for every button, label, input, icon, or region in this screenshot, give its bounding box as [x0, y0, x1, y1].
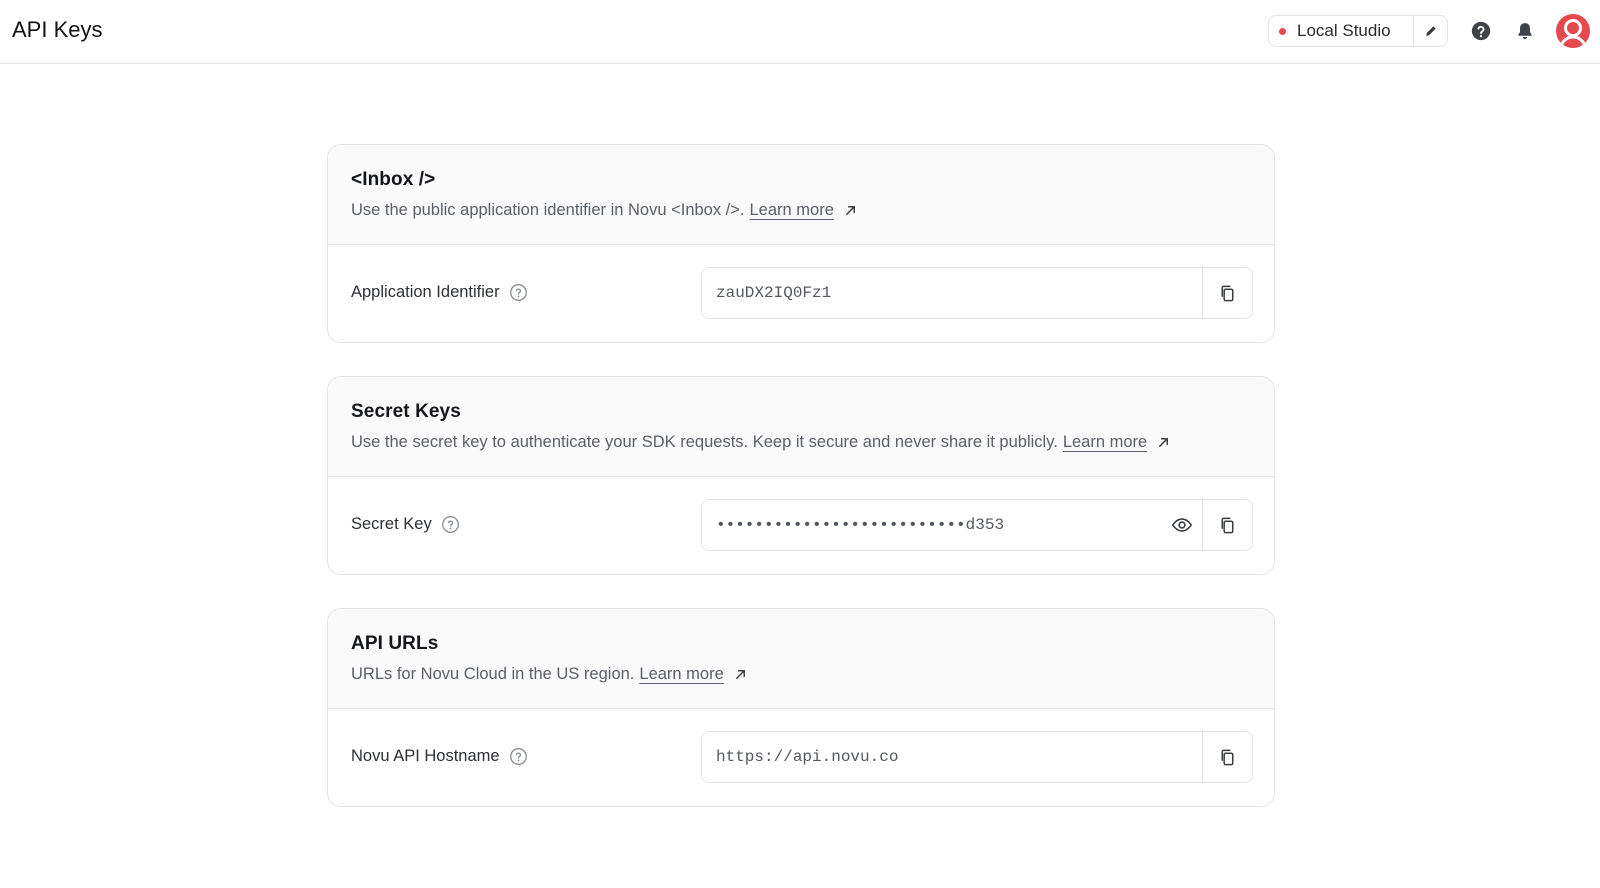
- secret-key-label-text: Secret Key: [351, 515, 432, 533]
- copy-application-identifier-button[interactable]: [1202, 268, 1252, 318]
- api-urls-card-title: API URLs: [351, 633, 439, 654]
- reveal-secret-key-button[interactable]: [1162, 500, 1202, 550]
- api-hostname-value[interactable]: https://api.novu.co: [702, 748, 1202, 766]
- api-urls-card-body: Novu API Hostname https://api.novu.co: [328, 709, 1274, 805]
- top-bar: API Keys Local Studio: [0, 0, 1600, 64]
- inbox-card: <Inbox /> Use the public application ide…: [327, 144, 1275, 343]
- inbox-description-text: Use the public application identifier in…: [351, 201, 745, 219]
- question-circle-icon[interactable]: [509, 283, 528, 302]
- secret-keys-card: Secret Keys Use the secret key to authen…: [327, 376, 1275, 575]
- api-hostname-label-text: Novu API Hostname: [351, 747, 500, 765]
- api-urls-learn-more-link[interactable]: Learn more: [639, 665, 723, 684]
- api-urls-card-description: URLs for Novu Cloud in the US region. Le…: [351, 665, 1251, 684]
- help-button[interactable]: [1468, 18, 1494, 44]
- user-avatar-icon: [1559, 19, 1587, 47]
- copy-icon: [1221, 517, 1234, 533]
- api-urls-card-header: API URLs URLs for Novu Cloud in the US r…: [328, 609, 1274, 709]
- secret-keys-card-title: Secret Keys: [351, 401, 461, 422]
- question-circle-icon[interactable]: [441, 515, 460, 534]
- environment-select[interactable]: Local Studio: [1269, 16, 1413, 46]
- user-avatar[interactable]: [1556, 14, 1590, 48]
- pencil-icon: [1425, 26, 1436, 36]
- inbox-learn-more-link[interactable]: Learn more: [750, 201, 834, 220]
- question-circle-icon: [1471, 21, 1491, 41]
- secret-key-value[interactable]: ••••••••••••••••••••••••••d353: [702, 516, 1162, 534]
- inbox-card-body: Application Identifier zauDX2IQ0Fz1: [328, 245, 1274, 341]
- edit-environment-button[interactable]: [1413, 16, 1447, 46]
- bell-icon: [1518, 23, 1532, 40]
- inbox-card-title: <Inbox />: [351, 169, 436, 190]
- eye-icon: [1171, 518, 1193, 532]
- application-identifier-field: zauDX2IQ0Fz1: [701, 267, 1253, 319]
- copy-secret-key-button[interactable]: [1202, 500, 1252, 550]
- application-identifier-label: Application Identifier: [351, 283, 528, 302]
- environment-switcher: Local Studio: [1268, 15, 1448, 47]
- secret-keys-learn-more-link[interactable]: Learn more: [1063, 433, 1147, 452]
- api-hostname-label: Novu API Hostname: [351, 747, 528, 766]
- secret-keys-description-text: Use the secret key to authenticate your …: [351, 433, 1058, 451]
- page-title: API Keys: [12, 17, 103, 42]
- api-urls-description-text: URLs for Novu Cloud in the US region.: [351, 665, 635, 683]
- secret-key-label: Secret Key: [351, 515, 460, 534]
- copy-icon: [1221, 749, 1234, 765]
- copy-api-hostname-button[interactable]: [1202, 732, 1252, 782]
- copy-icon: [1221, 285, 1234, 301]
- arrow-up-right-icon[interactable]: [734, 668, 747, 681]
- notifications-button[interactable]: [1512, 18, 1538, 44]
- secret-keys-card-body: Secret Key ••••••••••••••••••••••••••d35…: [328, 477, 1274, 573]
- question-circle-icon[interactable]: [509, 747, 528, 766]
- api-hostname-field: https://api.novu.co: [701, 731, 1253, 783]
- arrow-up-right-icon[interactable]: [844, 204, 857, 217]
- inbox-card-description: Use the public application identifier in…: [351, 201, 1251, 220]
- environment-status-dot: [1279, 27, 1286, 35]
- inbox-card-header: <Inbox /> Use the public application ide…: [328, 145, 1274, 245]
- application-identifier-label-text: Application Identifier: [351, 283, 500, 301]
- arrow-up-right-icon[interactable]: [1157, 436, 1170, 449]
- environment-label: Local Studio: [1297, 21, 1391, 40]
- secret-keys-card-header: Secret Keys Use the secret key to authen…: [328, 377, 1274, 477]
- secret-keys-card-description: Use the secret key to authenticate your …: [351, 433, 1251, 452]
- secret-key-field: ••••••••••••••••••••••••••d353: [701, 499, 1253, 551]
- application-identifier-value[interactable]: zauDX2IQ0Fz1: [702, 284, 1202, 302]
- api-urls-card: API URLs URLs for Novu Cloud in the US r…: [327, 608, 1275, 807]
